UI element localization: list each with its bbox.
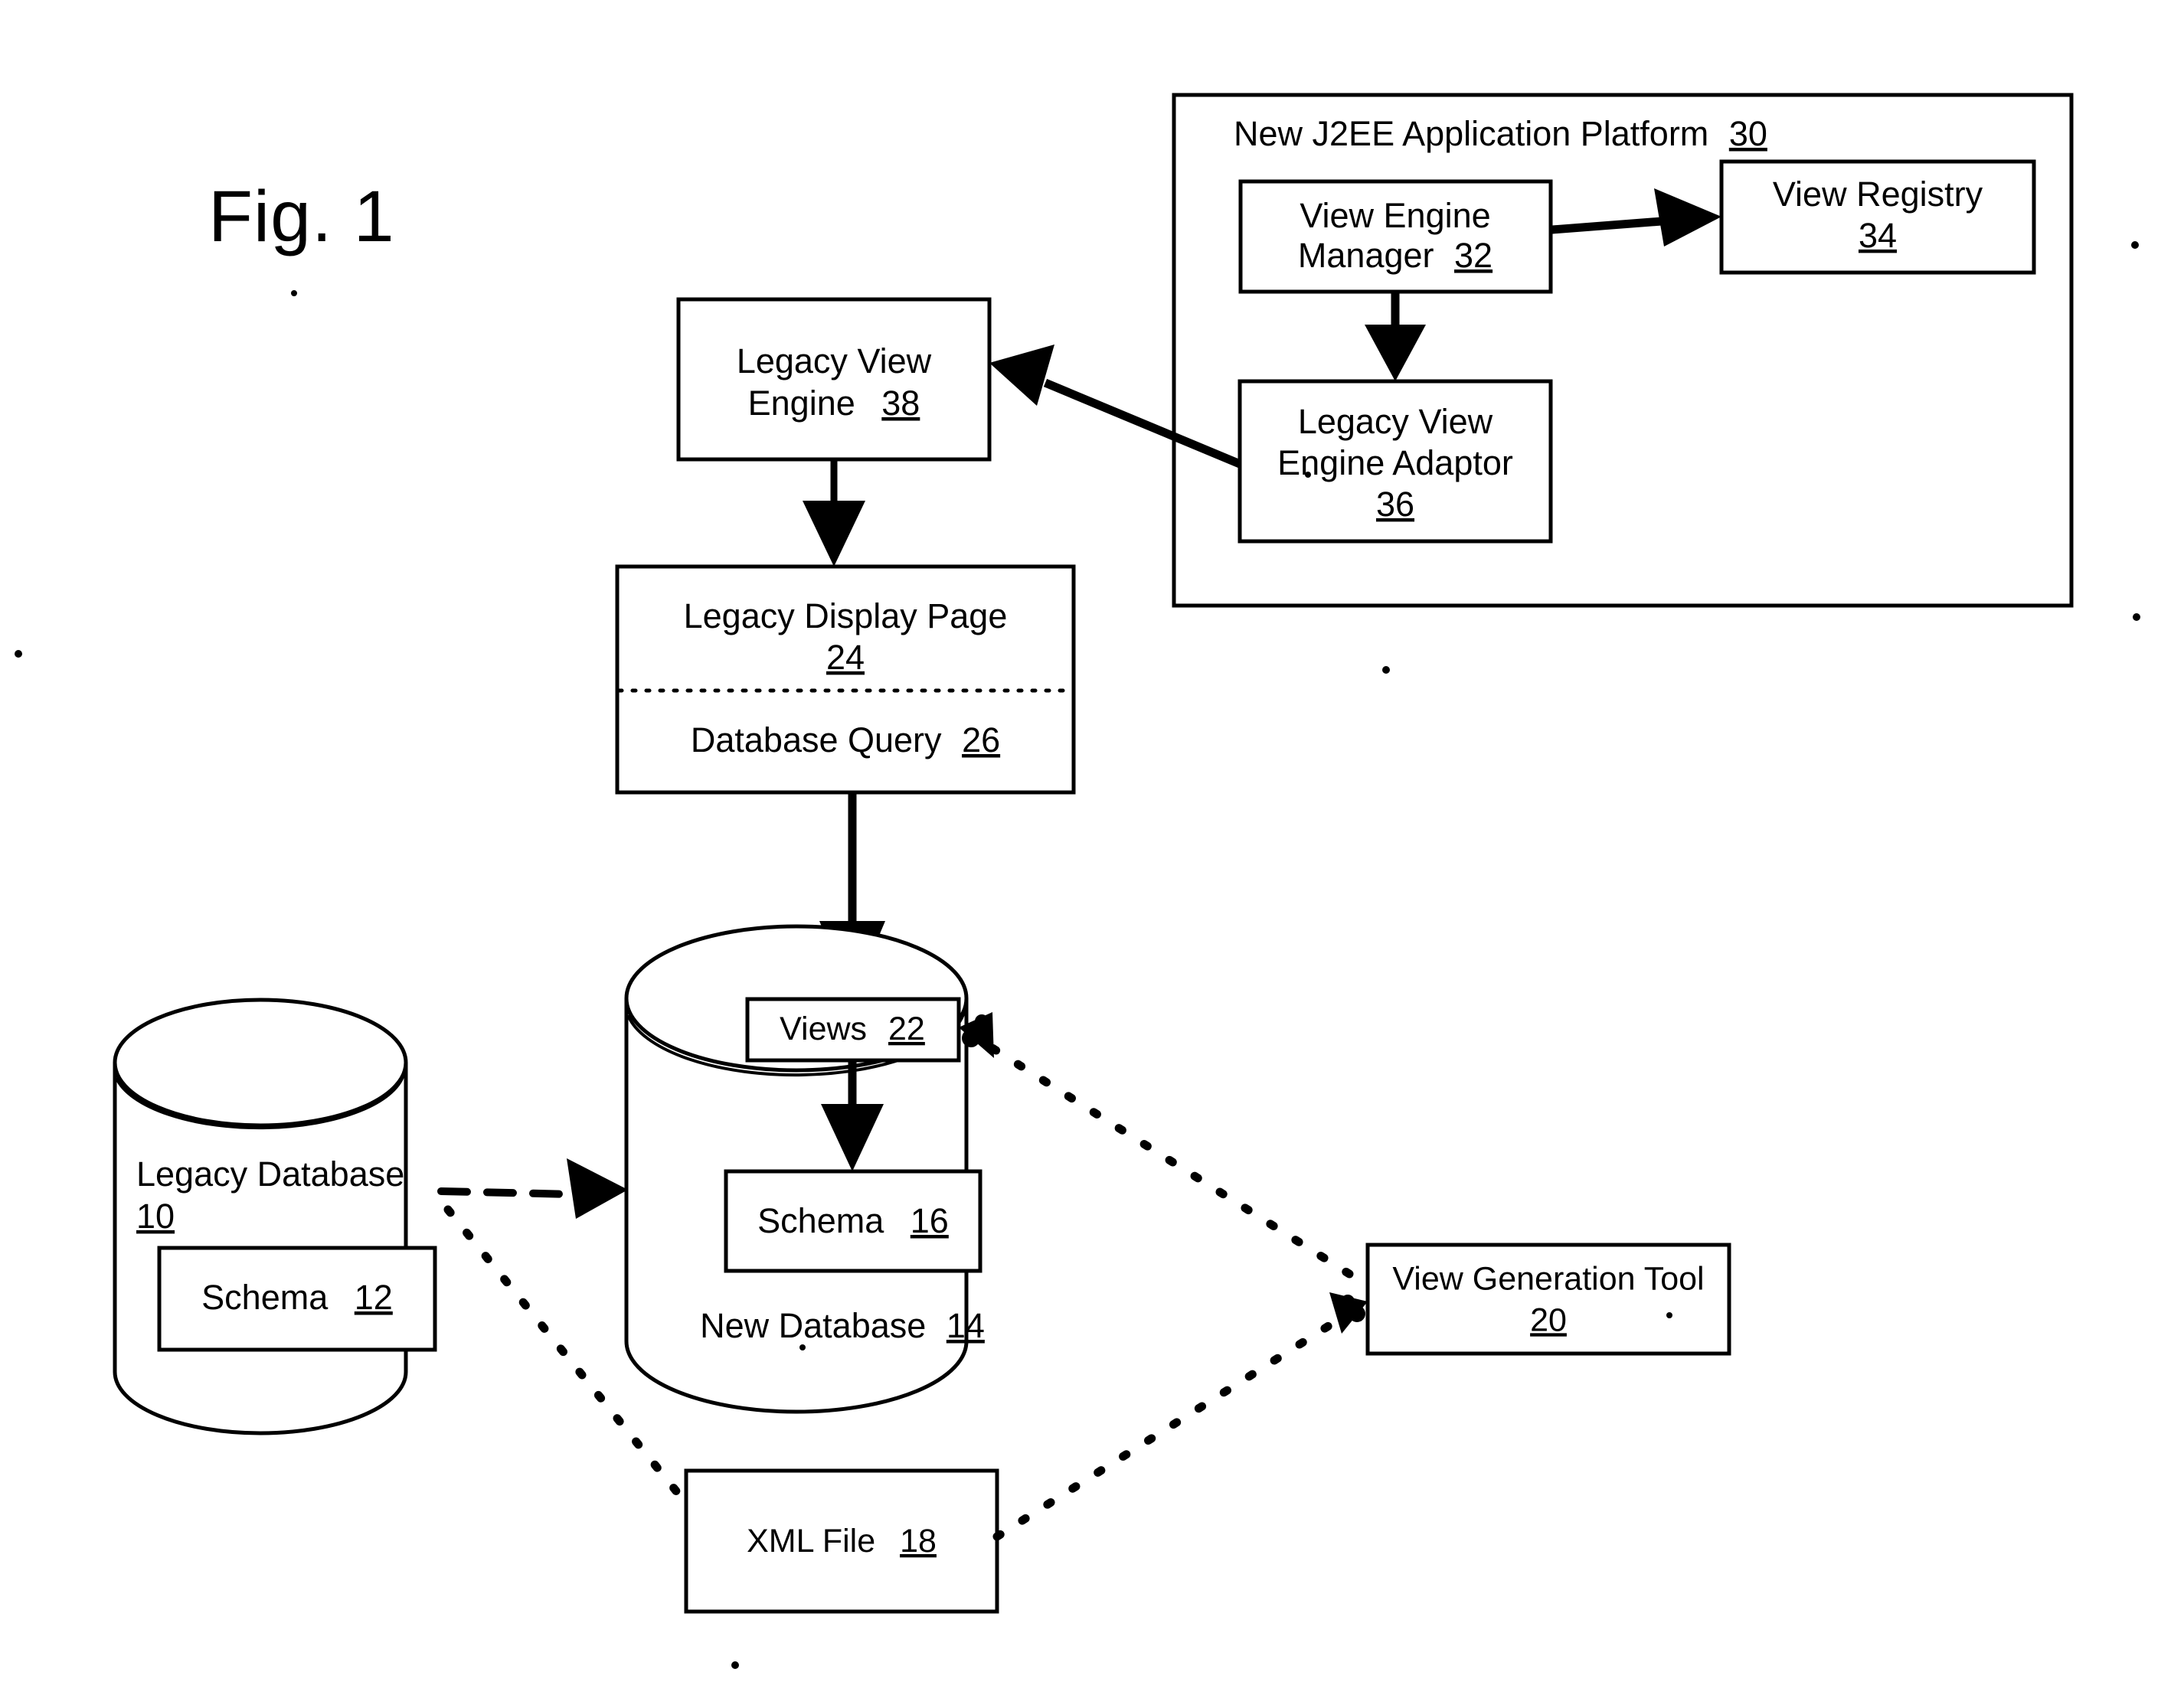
new-database-text: New Database (700, 1306, 926, 1345)
scan-speck (799, 1344, 806, 1350)
database-query-text: Database Query (691, 720, 942, 759)
arrow-legacy-to-new-database-head (567, 1158, 628, 1219)
legacy-view-engine-line2: Engine 38 (748, 384, 920, 423)
view-generation-tool-line1: View Generation Tool (1392, 1260, 1704, 1297)
legacy-schema-text: Schema (201, 1278, 329, 1317)
arrow-adaptor-to-engine-head (989, 345, 1054, 406)
scan-speck (2131, 241, 2139, 249)
arrow-adaptor-to-engine-line (1043, 378, 1242, 469)
legacy-database-label: Legacy Database (136, 1154, 404, 1194)
view-engine-manager-line1: View Engine (1300, 196, 1490, 235)
dotted-junction-speck-views (962, 1029, 980, 1047)
legacy-view-engine-line2-text: Engine (748, 384, 855, 423)
legacy-view-engine-adaptor-line2: Engine Adaptor (1277, 443, 1513, 482)
view-engine-manager-line2-text: Manager (1298, 236, 1434, 275)
scan-speck (1382, 666, 1390, 674)
dotted-junction-speck-tool (1349, 1305, 1365, 1322)
patent-figure-canvas: Fig. 1 New J2EE Application Platform 30 … (0, 0, 2184, 1695)
view-engine-manager-ref: 32 (1454, 236, 1493, 275)
view-generation-tool-ref: 20 (1530, 1301, 1567, 1338)
views-label: Views 22 (780, 1011, 925, 1047)
legacy-database-cylinder-top (113, 998, 408, 1128)
legacy-schema-label: Schema 12 (201, 1278, 393, 1317)
xml-file-text: XML File (747, 1523, 875, 1559)
dotted-view-generation-tool-to-views (982, 1040, 1354, 1279)
scan-speck (291, 290, 297, 296)
new-schema-ref: 16 (911, 1201, 949, 1240)
platform-label: New J2EE Application Platform 30 (1234, 114, 1767, 153)
platform-label-text: New J2EE Application Platform (1234, 114, 1708, 153)
xml-file-ref: 18 (900, 1523, 937, 1559)
new-schema-text: Schema (757, 1201, 884, 1240)
view-registry-line1: View Registry (1773, 175, 1983, 214)
view-registry-ref: 34 (1859, 216, 1897, 255)
platform-ref: 30 (1729, 114, 1767, 153)
legacy-view-engine-line1: Legacy View (737, 341, 932, 380)
views-text: Views (780, 1011, 867, 1047)
scan-speck (731, 1661, 739, 1669)
legacy-view-engine-ref: 38 (881, 384, 920, 423)
new-schema-label: Schema 16 (757, 1201, 949, 1240)
arrow-manager-to-adaptor-head (1365, 325, 1426, 381)
dotted-junction-speck-tool-2 (1341, 1295, 1355, 1308)
scan-speck (1666, 1312, 1672, 1318)
arrow-manager-to-registry-head (1654, 188, 1721, 247)
legacy-display-page-ref: 24 (826, 638, 865, 677)
new-database-ref: 14 (947, 1306, 985, 1345)
views-ref: 22 (888, 1011, 925, 1047)
arrow-manager-to-registry-line (1551, 216, 1672, 234)
legacy-view-engine-adaptor-ref: 36 (1376, 485, 1414, 524)
diagram-svg: Fig. 1 New J2EE Application Platform 30 … (15, 93, 2140, 1669)
view-engine-manager-line2: Manager 32 (1298, 236, 1493, 275)
figure-title: Fig. 1 (208, 176, 395, 257)
arrow-engine-to-display-head (803, 501, 865, 567)
legacy-display-page-line1: Legacy Display Page (684, 596, 1008, 635)
legacy-database-ref: 10 (136, 1197, 175, 1236)
scan-speck (1305, 472, 1311, 478)
legacy-schema-ref: 12 (355, 1278, 393, 1317)
database-query-ref: 26 (962, 720, 1000, 759)
legacy-view-engine-adaptor-line1: Legacy View (1298, 402, 1493, 441)
scan-speck (15, 650, 22, 658)
scan-speck (2133, 613, 2140, 621)
dotted-xml-file-to-view-generation-tool (992, 1309, 1352, 1541)
dotted-junction-speck-views-2 (975, 1014, 989, 1028)
xml-file-label: XML File 18 (747, 1523, 937, 1559)
arrow-legacy-to-new-database-line (437, 1187, 577, 1198)
